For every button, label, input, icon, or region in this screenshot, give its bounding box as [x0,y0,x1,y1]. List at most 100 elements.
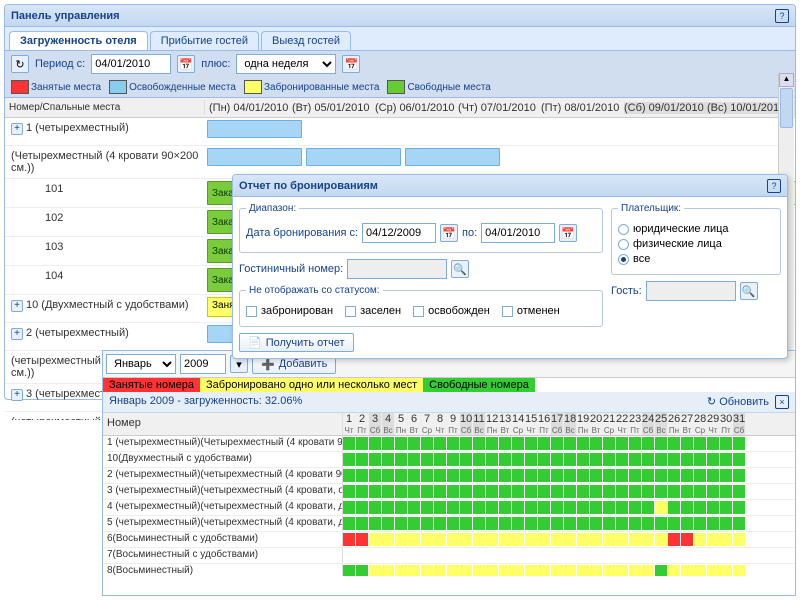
cal-cell[interactable] [577,517,590,531]
cal-cell[interactable] [551,453,564,467]
cal-cell[interactable] [447,437,460,451]
cal-cell[interactable] [447,533,460,547]
cal-cell[interactable] [434,501,447,515]
cal-cell[interactable] [603,517,616,531]
cal-cell[interactable] [486,565,499,576]
cal-cell[interactable] [473,565,486,576]
cal-cell[interactable] [577,485,590,499]
cal-cell[interactable] [473,533,486,547]
cal-cell[interactable] [421,549,434,563]
cal-cell[interactable] [356,565,369,576]
day-header[interactable]: (Пн) 04/01/2010 [209,102,292,114]
cal-cell[interactable] [668,533,681,547]
cal-cell[interactable] [668,485,681,499]
cal-cell[interactable] [408,469,421,483]
cal-cell[interactable] [629,565,642,576]
cal-cell[interactable] [356,469,369,483]
released-bar[interactable] [207,148,302,166]
cal-cell[interactable] [486,469,499,483]
cal-cell[interactable] [694,469,707,483]
cal-cell[interactable] [577,501,590,515]
radio-row[interactable]: юридические лица [618,223,774,235]
radio-icon[interactable] [618,224,629,235]
cal-cell[interactable] [564,437,577,451]
cal-cell[interactable] [343,517,356,531]
cal-cell[interactable] [694,501,707,515]
cal-cell[interactable] [694,533,707,547]
radio-icon[interactable] [618,254,629,265]
cal-cell[interactable] [369,517,382,531]
cal-cell[interactable] [616,469,629,483]
cal-cell[interactable] [720,453,733,467]
cal-cell[interactable] [434,549,447,563]
cal-cell[interactable] [525,549,538,563]
cal-cell[interactable] [564,453,577,467]
cal-cell[interactable] [655,485,668,499]
cal-cell[interactable] [707,501,720,515]
cal-cell[interactable] [395,565,408,576]
cal-cell[interactable] [512,453,525,467]
cal-cell[interactable] [512,549,525,563]
cal-cell[interactable] [733,501,746,515]
tab-arrivals[interactable]: Прибытие гостей [150,31,259,50]
cal-cell[interactable] [616,437,629,451]
cal-cell[interactable] [343,565,356,576]
cal-cell[interactable] [421,453,434,467]
cal-cell[interactable] [356,501,369,515]
cal-cell[interactable] [512,517,525,531]
cal-cell[interactable] [395,517,408,531]
calendar-icon-2[interactable]: 📅 [342,55,360,73]
cal-cell[interactable] [590,501,603,515]
cal-cell[interactable] [408,517,421,531]
cal-cell[interactable] [720,517,733,531]
cal-cell[interactable] [408,565,421,576]
cal-cell[interactable] [499,453,512,467]
cal-cell[interactable] [343,549,356,563]
cal-cell[interactable] [473,517,486,531]
cal-cell[interactable] [564,549,577,563]
cal-cell[interactable] [655,501,668,515]
cal-cell[interactable] [486,549,499,563]
cal-cell[interactable] [369,549,382,563]
guest-input[interactable] [646,281,736,301]
cal-cell[interactable] [343,501,356,515]
cal-cell[interactable] [538,437,551,451]
cal-cell[interactable] [343,453,356,467]
calendar-body[interactable]: 1 (четырехместный)(Четырехместный (4 кро… [103,436,795,576]
cal-cell[interactable] [694,485,707,499]
cal-cell[interactable] [642,533,655,547]
cal-cell[interactable] [681,549,694,563]
cal-cell[interactable] [447,485,460,499]
cal-cell[interactable] [629,485,642,499]
cal-cell[interactable] [382,485,395,499]
cal-cell[interactable] [525,533,538,547]
cal-cell[interactable] [720,485,733,499]
cal-cell[interactable] [642,565,655,576]
cal-cell[interactable] [564,533,577,547]
cal-cell[interactable] [460,437,473,451]
cal-cell[interactable] [473,549,486,563]
date-to-input[interactable] [481,223,555,243]
cal-cell[interactable] [681,517,694,531]
cal-cell[interactable] [395,469,408,483]
cal-cell[interactable] [668,549,681,563]
cal-cell[interactable] [486,453,499,467]
cal-cell[interactable] [551,469,564,483]
cal-cell[interactable] [486,517,499,531]
released-bar[interactable] [306,148,401,166]
cal-cell[interactable] [603,453,616,467]
cal-cell[interactable] [616,565,629,576]
cal-cell[interactable] [395,549,408,563]
cal-cell[interactable] [512,533,525,547]
cal-cell[interactable] [629,517,642,531]
cal-cell[interactable] [603,437,616,451]
cal-cell[interactable] [551,437,564,451]
cal-cell[interactable] [382,469,395,483]
cal-cell[interactable] [447,469,460,483]
tab-occupancy[interactable]: Загруженность отеля [9,31,148,50]
cal-cell[interactable] [603,469,616,483]
cal-cell[interactable] [694,437,707,451]
cal-cell[interactable] [486,533,499,547]
cal-cell[interactable] [408,533,421,547]
day-header[interactable]: (Сб) 09/01/2010 [624,102,707,114]
